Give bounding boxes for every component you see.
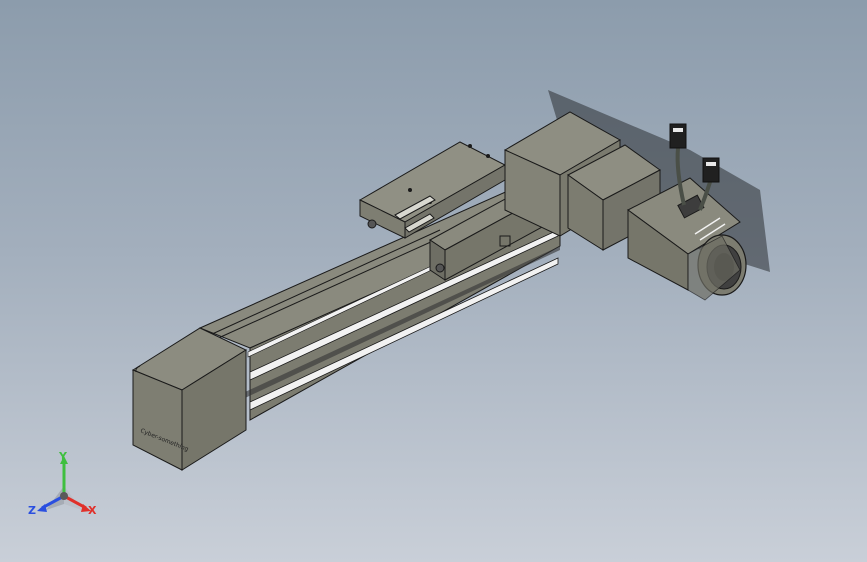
connector-1 bbox=[669, 123, 687, 149]
x-axis-label: X bbox=[88, 504, 97, 517]
z-axis-label: Z bbox=[28, 504, 36, 517]
linear-actuator-model[interactable]: Cyber-something bbox=[0, 0, 867, 562]
connector-2 bbox=[702, 157, 720, 183]
left-end-cap: Cyber-something bbox=[131, 327, 248, 471]
view-orientation-triad[interactable]: Y X Z bbox=[28, 448, 108, 528]
y-axis-label: Y bbox=[59, 450, 67, 463]
cad-viewport[interactable]: Cyber-something Y X Z bbox=[0, 0, 867, 562]
